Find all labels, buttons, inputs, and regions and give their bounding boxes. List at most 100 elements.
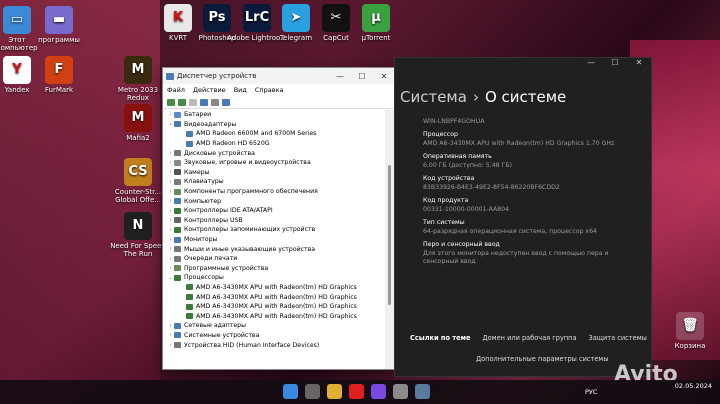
device-tree: › Батареи ⌄ Видеоадаптеры AMD Radeon 6600M a… — [163, 110, 385, 369]
settings-titlebar[interactable]: — ☐ ✕ — [395, 58, 651, 72]
about-section: WIN-LNBPF4GOHUA Процессор AMD A6-3430MX A… — [423, 116, 643, 266]
device-category[interactable]: › Батареи — [163, 110, 385, 120]
taskbar-settings-icon[interactable] — [393, 384, 408, 399]
expand-chevron-icon[interactable]: › — [167, 246, 174, 252]
expand-chevron-icon[interactable]: › — [167, 198, 174, 204]
device-icon — [174, 169, 181, 176]
device-category[interactable]: › Сетевые адаптеры — [163, 321, 385, 331]
device-manager-titlebar[interactable]: Диспетчер устройств — ☐ ✕ — [163, 68, 395, 84]
desktop-left-3-shortcut[interactable]: F FurMark — [29, 56, 89, 94]
device-category[interactable]: › Звуковые, игровые и видеоустройства — [163, 158, 385, 168]
device-icon — [174, 332, 181, 339]
scan-hardware-icon[interactable] — [222, 98, 230, 106]
device-category[interactable]: ⌄ Процессоры — [163, 273, 385, 283]
desktop-top-5-icon: µ — [362, 4, 390, 32]
settings-minimize-button[interactable]: — — [579, 58, 603, 72]
device-manager-title: Диспетчер устройств — [163, 72, 329, 80]
device-category[interactable]: › Дисковые устройства — [163, 148, 385, 158]
expand-chevron-icon[interactable]: › — [167, 112, 174, 118]
taskbar-alice-icon[interactable] — [371, 384, 386, 399]
breadcrumb-current: О системе — [484, 88, 567, 106]
device-icon — [174, 342, 181, 349]
breadcrumb-parent[interactable]: Система — [400, 88, 467, 106]
device-category[interactable]: › Устройства HID (Human Interface Devices… — [163, 340, 385, 350]
close-button[interactable]: ✕ — [373, 72, 395, 81]
expand-chevron-icon[interactable]: › — [167, 189, 174, 195]
settings-close-button[interactable]: ✕ — [627, 58, 651, 72]
device-category[interactable]: › Мониторы — [163, 235, 385, 245]
menu-help[interactable]: Справка — [255, 86, 284, 94]
expand-chevron-icon[interactable]: › — [167, 208, 174, 214]
recycle-bin-shortcut[interactable]: 🗑 Корзина — [660, 312, 720, 350]
device-category[interactable]: › Контроллеры запоминающих устройств — [163, 225, 385, 235]
device-category[interactable]: › Мыши и иные указывающие устройства — [163, 244, 385, 254]
device-category[interactable]: › Контроллеры USB — [163, 216, 385, 226]
expand-chevron-icon[interactable]: › — [167, 237, 174, 243]
spec-value: 6,00 ГБ (доступно: 5,48 ГБ) — [423, 162, 512, 169]
language-indicator[interactable]: РУС — [585, 388, 597, 396]
scrollbar-thumb[interactable] — [388, 165, 391, 305]
taskbar-yandex-icon[interactable] — [349, 384, 364, 399]
device-item[interactable]: AMD A6-3430MX APU with Radeon(tm) HD Gra… — [163, 283, 385, 293]
expand-chevron-icon[interactable]: › — [167, 265, 174, 271]
taskbar-start-icon[interactable] — [283, 384, 298, 399]
desktop-game-3-shortcut[interactable]: N Need For Speed The Run — [108, 212, 168, 258]
clock[interactable]: 02.05.2024 — [675, 382, 712, 391]
desktop-left-1-shortcut[interactable]: ▬ программы — [29, 6, 89, 44]
menu-action[interactable]: Действие — [193, 86, 226, 94]
device-category[interactable]: › Очереди печати — [163, 254, 385, 264]
spec-label: Оперативная память — [423, 153, 492, 160]
device-item[interactable]: AMD Radeon HD 6520G — [163, 139, 385, 149]
expand-chevron-icon[interactable]: › — [167, 342, 174, 348]
expand-chevron-icon[interactable]: › — [167, 150, 174, 156]
domain-link[interactable]: Домен или рабочая группа — [482, 334, 576, 342]
menu-file[interactable]: Файл — [167, 86, 185, 94]
expand-chevron-icon[interactable]: › — [167, 332, 174, 338]
device-category[interactable]: › Камеры — [163, 168, 385, 178]
device-item[interactable]: AMD A6-3430MX APU with Radeon(tm) HD Gra… — [163, 302, 385, 312]
expand-chevron-icon[interactable]: › — [167, 217, 174, 223]
device-category[interactable]: › Контроллеры IDE ATA/ATAPI — [163, 206, 385, 216]
expand-chevron-icon[interactable]: › — [167, 227, 174, 233]
device-category[interactable]: › Системные устройства — [163, 331, 385, 341]
device-item[interactable]: AMD A6-3430MX APU with Radeon(tm) HD Gra… — [163, 311, 385, 321]
desktop-game-2-shortcut[interactable]: CS Counter-Str... Global Offe... — [108, 158, 168, 204]
desktop-top-5-shortcut[interactable]: µ µTorrent — [346, 4, 406, 42]
expand-chevron-icon[interactable]: › — [167, 323, 174, 329]
device-name: WIN-LNBPF4GOHUA — [423, 118, 485, 125]
device-icon — [174, 111, 181, 118]
expand-chevron-icon[interactable]: ⌄ — [167, 275, 174, 281]
forward-icon[interactable] — [178, 98, 186, 106]
menu-view[interactable]: Вид — [234, 86, 247, 94]
update-driver-icon[interactable] — [211, 98, 219, 106]
device-category[interactable]: › Программные устройства — [163, 264, 385, 274]
device-item[interactable]: AMD Radeon 6600M and 6700M Series — [163, 129, 385, 139]
taskbar-search-icon[interactable] — [305, 384, 320, 399]
device-icon — [174, 188, 181, 195]
settings-maximize-button[interactable]: ☐ — [603, 58, 627, 72]
device-category[interactable]: › Клавиатуры — [163, 177, 385, 187]
properties-icon[interactable] — [189, 98, 197, 106]
expand-chevron-icon[interactable]: › — [167, 160, 174, 166]
help-icon[interactable] — [200, 98, 208, 106]
system-protection-link[interactable]: Защита системы — [589, 334, 647, 342]
expand-chevron-icon[interactable]: › — [167, 256, 174, 262]
device-category[interactable]: › Компоненты программного обеспечения — [163, 187, 385, 197]
taskbar-device-manager-icon[interactable] — [415, 384, 430, 399]
taskbar-explorer-icon[interactable] — [327, 384, 342, 399]
device-category[interactable]: › Компьютер — [163, 196, 385, 206]
expand-chevron-icon[interactable]: ⌄ — [167, 121, 174, 127]
back-icon[interactable] — [167, 98, 175, 106]
spec-label: Тип системы — [423, 219, 465, 226]
minimize-button[interactable]: — — [329, 72, 351, 81]
maximize-button[interactable]: ☐ — [351, 72, 373, 81]
desktop-game-1-shortcut[interactable]: M Mafia2 — [108, 104, 168, 142]
desktop-game-0-shortcut[interactable]: M Metro 2033 Redux — [108, 56, 168, 102]
desktop-game-2-label: Counter-Str... Global Offe... — [114, 188, 162, 204]
device-icon — [174, 198, 181, 205]
device-item[interactable]: AMD A6-3430MX APU with Radeon(tm) HD Gra… — [163, 292, 385, 302]
expand-chevron-icon[interactable]: › — [167, 169, 174, 175]
spec-value: Для этого монитора недоступен ввод с пом… — [423, 250, 609, 265]
expand-chevron-icon[interactable]: › — [167, 179, 174, 185]
device-category[interactable]: ⌄ Видеоадаптеры — [163, 120, 385, 130]
